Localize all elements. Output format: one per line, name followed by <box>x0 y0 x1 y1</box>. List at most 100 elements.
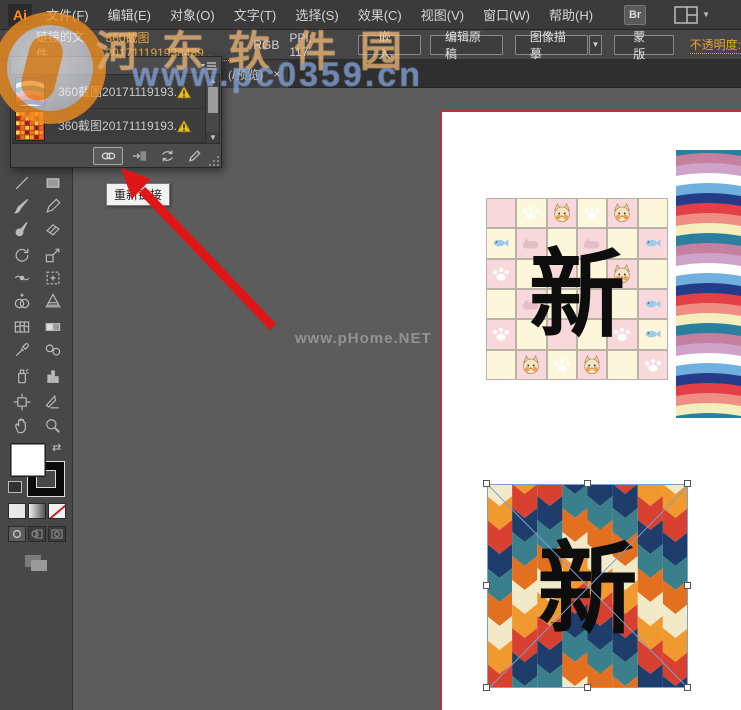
link-filename: 360截图20171119193... <box>58 117 176 134</box>
default-fill-stroke-icon[interactable] <box>8 481 22 493</box>
tool-hand[interactable] <box>9 415 35 437</box>
cat-pattern-cell <box>516 289 546 319</box>
links-list: 360截图20171119193... 360截图20171119193... … <box>12 74 220 144</box>
tool-eraser[interactable] <box>40 218 66 240</box>
tool-blob-brush[interactable] <box>9 218 35 240</box>
selection-handle[interactable] <box>684 582 691 589</box>
cat-pattern-cell <box>516 198 546 228</box>
warning-icon[interactable] <box>176 119 192 133</box>
tool-pencil[interactable] <box>40 195 66 217</box>
cat-pattern-cell <box>516 259 546 289</box>
workspace-layout-button[interactable]: ▼ <box>674 6 710 24</box>
cat-pattern-cell <box>547 350 577 380</box>
tool-paintbrush[interactable] <box>9 195 35 217</box>
cat-pattern-cell <box>638 350 668 380</box>
placed-image-zigzag-pattern[interactable]: 新 Baidu 经验 jingyan.baidu.co <box>487 484 688 688</box>
bridge-button[interactable]: Br <box>624 5 646 25</box>
relink-button[interactable] <box>93 147 123 165</box>
menu-file[interactable]: 文件(F) <box>46 5 89 24</box>
cat-pattern-cell <box>577 289 607 319</box>
selection-handle[interactable] <box>483 684 490 691</box>
relink-tooltip: 重新链接 <box>106 183 170 206</box>
tool-artboard[interactable] <box>9 391 35 413</box>
menu-effect[interactable]: 效果(C) <box>358 5 402 24</box>
tool-slice[interactable] <box>40 391 66 413</box>
edit-original-icon-button[interactable] <box>183 147 207 165</box>
mask-button[interactable]: 蒙版 <box>614 35 673 55</box>
cat-pattern-cell <box>486 259 516 289</box>
scroll-up-icon[interactable]: ▲ <box>206 75 220 86</box>
link-item-row[interactable]: 360截图20171119193... <box>13 109 219 143</box>
cat-pattern-cell <box>577 350 607 380</box>
menu-type[interactable]: 文字(T) <box>234 5 277 24</box>
tool-rotate[interactable] <box>9 244 35 266</box>
menu-help[interactable]: 帮助(H) <box>549 5 593 24</box>
tool-gradient[interactable] <box>40 316 66 338</box>
none-button[interactable] <box>48 503 66 519</box>
menu-select[interactable]: 选择(S) <box>295 5 338 24</box>
tool-mesh[interactable] <box>9 316 35 338</box>
cat-pattern-cell <box>486 228 516 258</box>
scroll-down-icon[interactable]: ▼ <box>206 132 220 143</box>
tool-scale[interactable] <box>40 244 66 266</box>
panel-menu-icon[interactable] <box>199 60 217 72</box>
cat-pattern-cell <box>486 319 516 349</box>
fill-color-swatch[interactable] <box>10 443 46 477</box>
panel-resize-grip[interactable] <box>209 155 220 166</box>
cat-pattern-cell <box>516 319 546 349</box>
tool-free-transform[interactable] <box>40 267 66 289</box>
tool-zoom[interactable] <box>40 415 66 437</box>
cat-pattern-cell <box>607 259 637 289</box>
selection-handle[interactable] <box>483 480 490 487</box>
placed-image-cat-pattern[interactable]: 新 <box>486 198 668 380</box>
warning-icon[interactable] <box>176 85 192 99</box>
edit-original-button[interactable]: 编辑原稿 <box>430 35 503 55</box>
tool-perspective-grid[interactable] <box>40 290 66 312</box>
menu-edit[interactable]: 编辑(E) <box>108 5 151 24</box>
tool-eyedropper[interactable] <box>9 339 35 361</box>
color-button[interactable] <box>8 503 26 519</box>
document-tab[interactable]: (/预览) × <box>218 60 289 88</box>
tool-rectangle[interactable] <box>40 172 66 194</box>
tool-shape-builder[interactable] <box>9 290 35 312</box>
cat-pattern-cell <box>577 228 607 258</box>
scrollbar-thumb[interactable] <box>208 87 218 113</box>
cat-pattern-cell <box>547 289 577 319</box>
draw-normal-button[interactable] <box>8 526 26 542</box>
menu-view[interactable]: 视图(V) <box>421 5 464 24</box>
tab-close-icon[interactable]: × <box>273 67 280 81</box>
cat-pattern-cell <box>638 228 668 258</box>
draw-inside-button[interactable] <box>48 526 66 542</box>
swap-fill-stroke-icon[interactable]: ⇄ <box>52 441 61 454</box>
placed-image-stripe-pattern[interactable] <box>676 150 741 418</box>
go-to-link-button[interactable] <box>127 147 151 165</box>
zigzag-artwork <box>487 484 688 688</box>
image-trace-button[interactable]: 图像描摹 <box>515 35 588 55</box>
menu-window[interactable]: 窗口(W) <box>483 5 530 24</box>
selection-handle[interactable] <box>483 582 490 589</box>
illustrator-logo[interactable]: Ai <box>8 4 32 26</box>
menu-object[interactable]: 对象(O) <box>170 5 215 24</box>
canvas-area[interactable]: 新 新 Baidu 经验 jingy <box>73 88 741 710</box>
cat-pattern-cell <box>547 198 577 228</box>
cat-pattern-cell <box>547 319 577 349</box>
tool-column-graph[interactable] <box>40 365 66 387</box>
screen-mode-button[interactable] <box>22 552 50 574</box>
embed-button[interactable]: 嵌入 <box>358 35 421 55</box>
gradient-button[interactable] <box>28 503 46 519</box>
tool-symbol-sprayer[interactable] <box>9 365 35 387</box>
links-scrollbar[interactable]: ▲ ▼ <box>205 75 219 143</box>
tool-blend[interactable] <box>40 339 66 361</box>
opacity-link[interactable]: 不透明度: <box>690 36 741 54</box>
selection-handle[interactable] <box>584 684 591 691</box>
link-item-row[interactable]: 360截图20171119193... <box>13 75 219 109</box>
image-trace-dropdown-arrow[interactable]: ▼ <box>589 35 603 55</box>
selection-handle[interactable] <box>684 684 691 691</box>
update-link-button[interactable] <box>155 147 179 165</box>
draw-behind-button[interactable] <box>28 526 46 542</box>
cat-pattern-cell <box>607 228 637 258</box>
selection-handle[interactable] <box>584 480 591 487</box>
tool-width[interactable] <box>9 267 35 289</box>
selection-handle[interactable] <box>684 480 691 487</box>
tool-line-segment[interactable] <box>9 172 35 194</box>
